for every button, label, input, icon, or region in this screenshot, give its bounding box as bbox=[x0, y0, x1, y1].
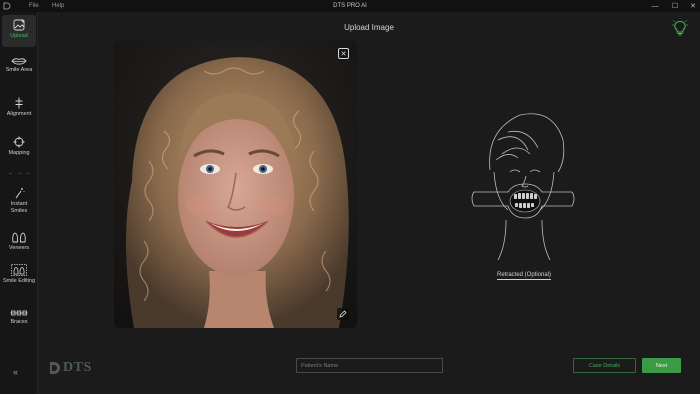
sidebar-item-braces[interactable]: Braces bbox=[2, 309, 36, 326]
retracted-label-text: Retracted (Optional) bbox=[496, 272, 552, 280]
smile-editing-icon bbox=[11, 264, 27, 276]
sidebar-item-label: Mapping bbox=[8, 150, 30, 156]
sidebar-item-label: Smile Editing bbox=[2, 278, 36, 284]
retracted-guide-illustration[interactable] bbox=[468, 110, 578, 260]
sidebar-item-smile-area[interactable]: Smile Area bbox=[2, 57, 36, 74]
title-bar: File Help DTS PRO AI — ☐ ✕ bbox=[0, 0, 700, 12]
edit-photo-button[interactable] bbox=[337, 308, 349, 320]
next-button[interactable]: Next bbox=[642, 358, 681, 373]
retracted-optional-link[interactable]: Retracted (Optional) bbox=[470, 272, 578, 280]
logo-text: DTS bbox=[63, 360, 92, 375]
dts-logo: DTS bbox=[49, 360, 92, 376]
case-details-button[interactable]: Case Details bbox=[573, 358, 636, 373]
tooth-icon bbox=[12, 232, 26, 243]
sidebar: Upload Smile Area Alignment Mapping Inst… bbox=[0, 12, 38, 394]
sidebar-item-upload[interactable]: Upload bbox=[2, 15, 36, 47]
sidebar-item-label: Alignment bbox=[6, 111, 32, 117]
collapse-sidebar-button[interactable]: « bbox=[13, 367, 18, 377]
sidebar-item-label: Instant Smiles bbox=[10, 201, 28, 214]
sidebar-item-label: Veneers bbox=[8, 245, 30, 251]
minimize-button[interactable]: — bbox=[646, 1, 664, 11]
maximize-button[interactable]: ☐ bbox=[666, 1, 684, 11]
lightbulb-icon[interactable] bbox=[671, 19, 689, 37]
sidebar-item-label: Braces bbox=[10, 319, 28, 325]
magic-wand-icon bbox=[15, 188, 25, 199]
patient-name-input[interactable] bbox=[296, 358, 443, 373]
sidebar-item-label: Upload bbox=[10, 33, 28, 39]
pencil-icon bbox=[339, 310, 347, 318]
uploaded-photo: ✕ bbox=[114, 41, 357, 328]
sidebar-divider bbox=[9, 173, 29, 175]
crosshair-icon bbox=[13, 136, 25, 148]
window-title: DTS PRO AI bbox=[333, 3, 367, 9]
sidebar-item-instant-smiles[interactable]: Instant Smiles bbox=[2, 187, 36, 214]
lips-icon bbox=[11, 58, 27, 65]
page-title: Upload Image bbox=[344, 23, 394, 32]
braces-icon bbox=[10, 310, 28, 316]
sidebar-item-label: Smile Area bbox=[5, 67, 33, 73]
alignment-icon bbox=[15, 97, 23, 109]
close-window-button[interactable]: ✕ bbox=[684, 1, 700, 11]
dts-logo-icon bbox=[50, 362, 60, 374]
sidebar-item-mapping[interactable]: Mapping bbox=[2, 136, 36, 157]
portrait-image bbox=[114, 41, 357, 328]
sidebar-item-smile-editing[interactable]: Smile Editing bbox=[2, 264, 36, 285]
sidebar-item-alignment[interactable]: Alignment bbox=[2, 97, 36, 118]
remove-photo-button[interactable]: ✕ bbox=[338, 48, 349, 59]
upload-image-icon bbox=[13, 19, 24, 31]
sidebar-item-veneers[interactable]: Veneers bbox=[2, 231, 36, 252]
